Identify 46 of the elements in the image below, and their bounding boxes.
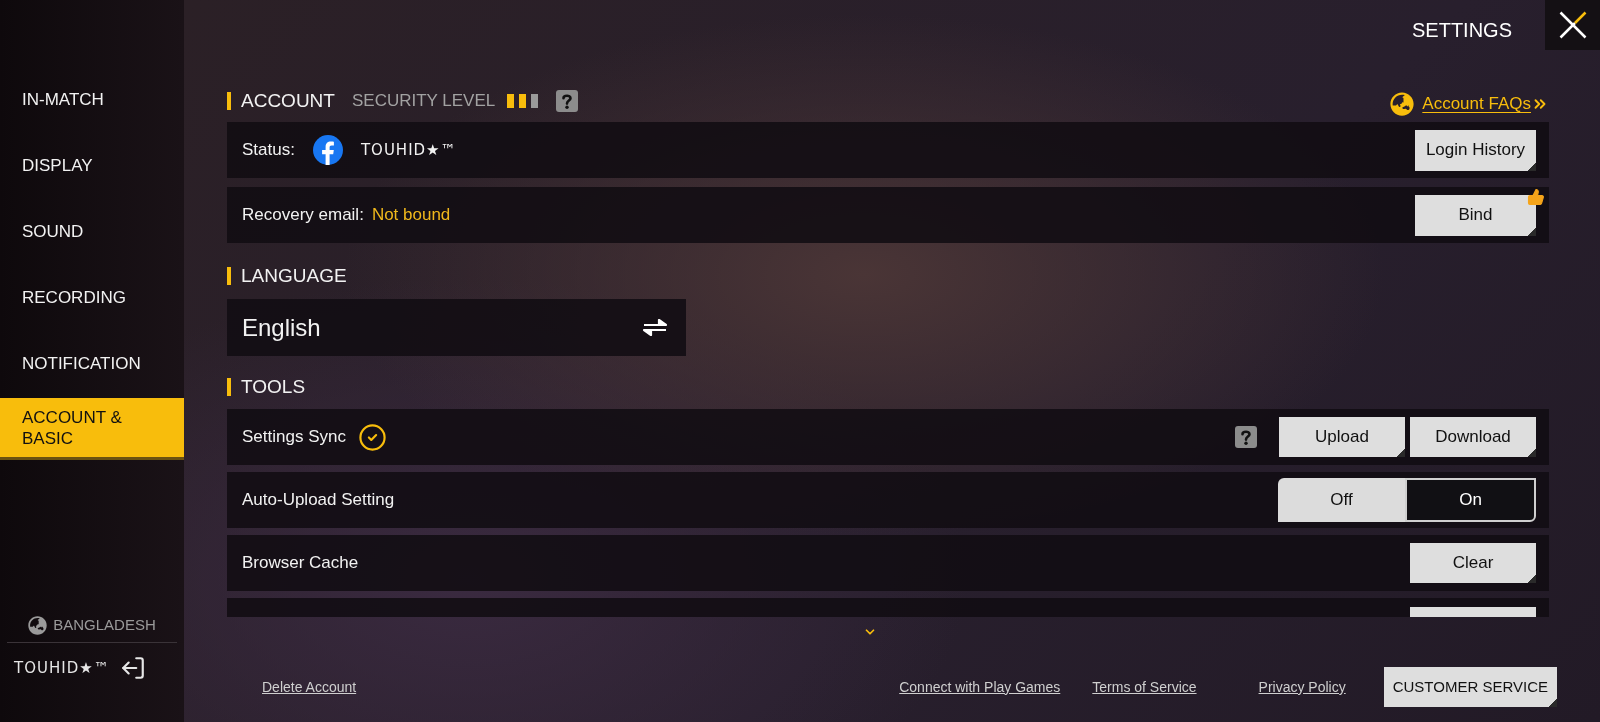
help-icon[interactable] [1235, 426, 1257, 448]
account-name: TOUHID★™ [360, 139, 457, 161]
help-icon[interactable] [556, 90, 579, 112]
close-button[interactable] [1545, 0, 1600, 50]
footer-link[interactable]: Terms of Service [1092, 676, 1197, 698]
setting-label: Status: [242, 139, 295, 162]
security-level-label: SECURITY LEVEL [351, 90, 496, 113]
email-status: Not bound [371, 204, 451, 227]
customer-service-button[interactable]: CUSTOMER SERVICE [1383, 667, 1557, 707]
setting-label: Settings Sync [242, 426, 346, 449]
toggle-option[interactable]: On [1405, 478, 1536, 522]
heading-accent-bar [227, 92, 231, 110]
sidebar-tab[interactable]: SOUND [0, 200, 186, 262]
setting-label: Recovery email: [242, 204, 364, 227]
action-button[interactable]: Upload [1279, 417, 1405, 457]
player-name: TOUHID★™ [14, 657, 110, 679]
heading-accent-bar [227, 267, 231, 285]
footer-link[interactable]: Connect with Play Games [899, 676, 1061, 698]
footer-link[interactable]: Privacy Policy [1258, 676, 1346, 698]
globe-icon [28, 615, 48, 635]
facebook-icon [312, 135, 343, 165]
page-title: SETTINGS [1412, 18, 1512, 42]
setting-label: Auto-Upload Setting [242, 489, 395, 512]
sidebar-tab[interactable]: NOTIFICATION [0, 332, 186, 394]
action-button[interactable]: Clear [1410, 543, 1536, 583]
section-heading: TOOLS [241, 375, 306, 399]
toggle-option[interactable]: Off [1278, 478, 1405, 522]
exit-icon[interactable] [119, 655, 146, 681]
action-button[interactable]: Download [1410, 417, 1536, 457]
sidebar-tab[interactable]: IN-MATCH [0, 68, 186, 130]
section-heading: LANGUAGE [241, 264, 347, 288]
setting-label: Browser Cache [242, 552, 359, 575]
faq-link[interactable]: Account FAQs [1422, 91, 1531, 117]
heading-accent-bar [227, 378, 231, 396]
delete-account-link[interactable]: Delete Account [262, 676, 357, 698]
section-heading: ACCOUNT [241, 89, 335, 113]
sidebar-tab[interactable]: RECORDING [0, 266, 186, 328]
region-label: BANGLADESH [53, 614, 156, 635]
sidebar-tab[interactable]: DISPLAY [0, 134, 186, 196]
close-icon [1558, 11, 1587, 39]
language-selector[interactable]: English [227, 299, 686, 356]
globe-icon [1390, 92, 1415, 116]
sidebar-tab[interactable]: ACCOUNT & BASIC [0, 398, 186, 460]
action-button[interactable]: Login History [1415, 129, 1536, 171]
action-button[interactable]: Bind [1415, 194, 1536, 236]
swap-arrows-icon [642, 319, 668, 336]
